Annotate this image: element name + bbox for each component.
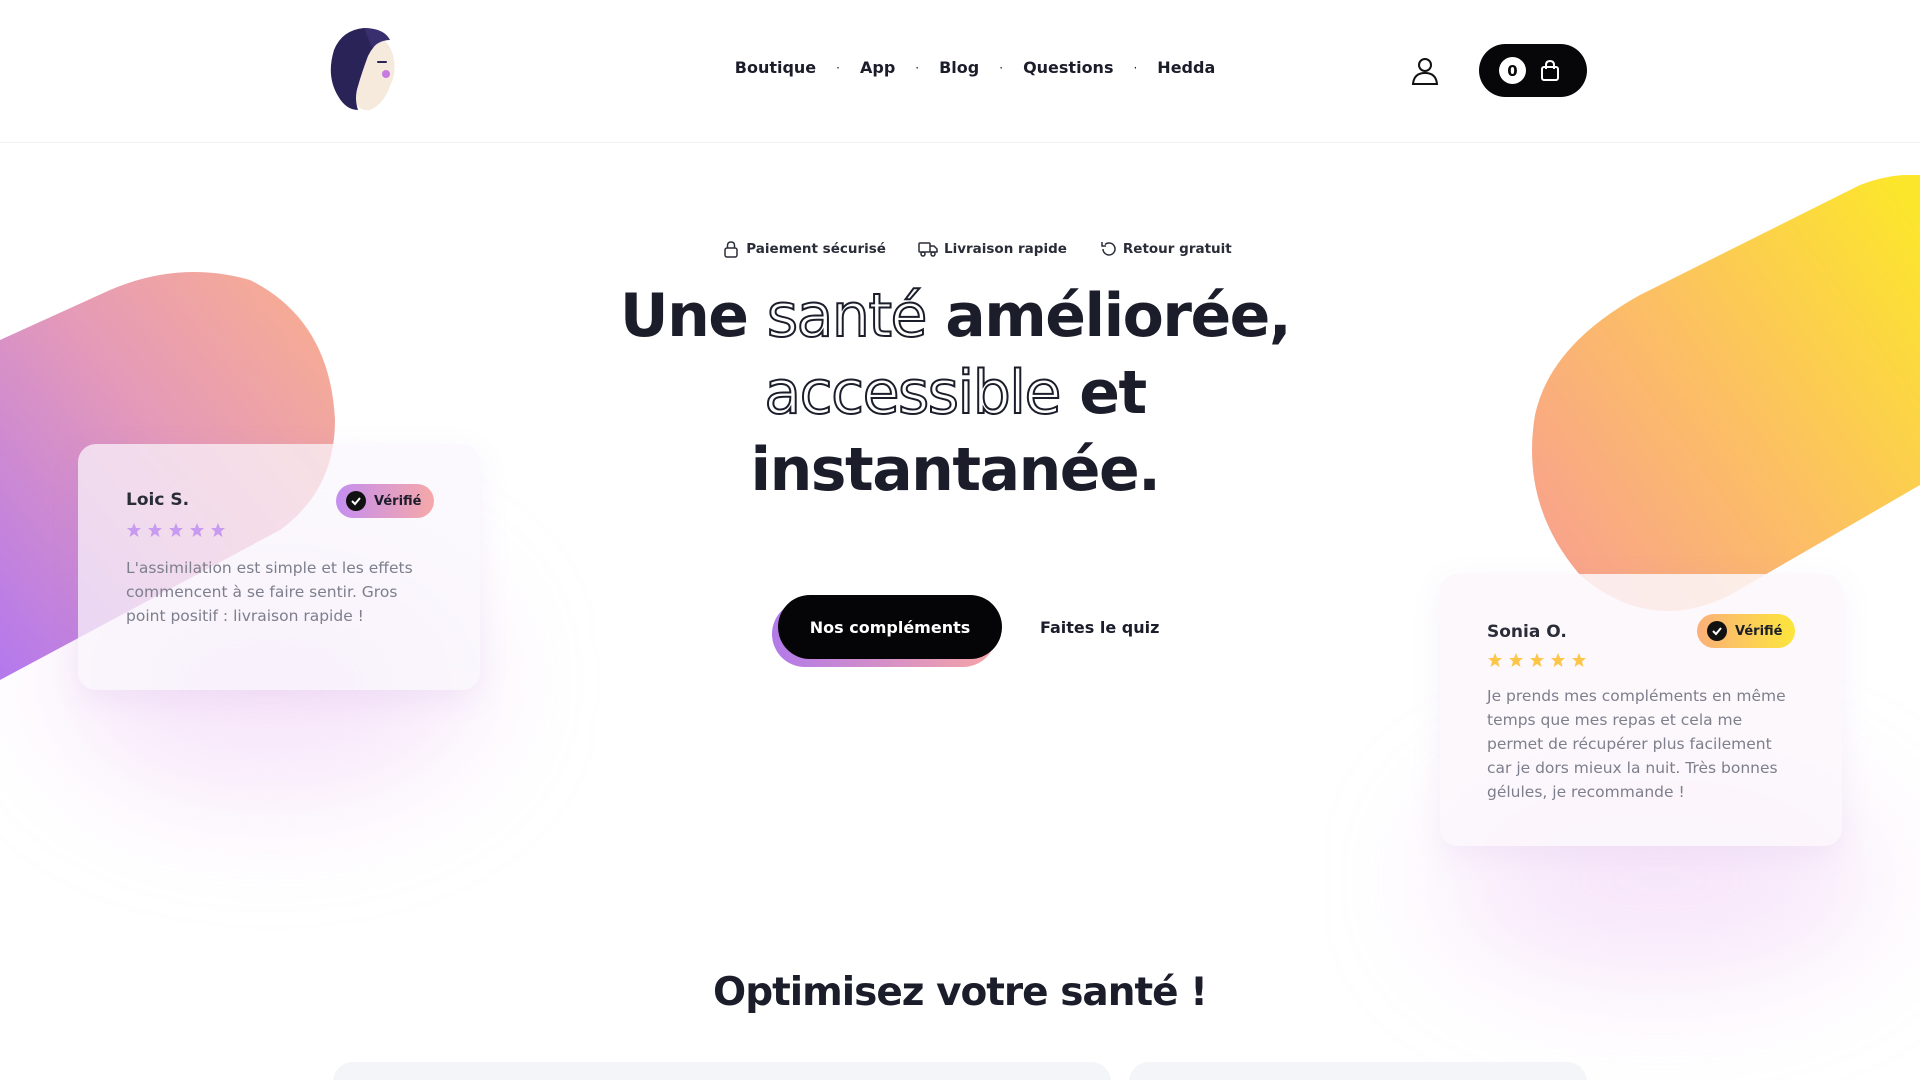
- nav-questions[interactable]: Questions: [1023, 58, 1113, 77]
- reviewer-name: Loic S.: [126, 490, 190, 510]
- nos-complements-button[interactable]: Nos compléments: [778, 595, 1002, 659]
- verified-badge: Vérifié: [1697, 614, 1795, 648]
- hero-text-outline: accessible: [763, 357, 1062, 429]
- trust-label: Livraison rapide: [943, 241, 1067, 257]
- review-text: Je prends mes compléments en même temps …: [1487, 687, 1786, 801]
- star-icon: [1530, 653, 1544, 667]
- star-icon: [169, 523, 183, 537]
- shopping-bag-icon: [1541, 59, 1559, 81]
- verified-badge: Vérifié: [336, 484, 434, 518]
- star-icon: [211, 523, 225, 537]
- star-icon: [1572, 653, 1586, 667]
- reviewer-name: Sonia O.: [1487, 622, 1567, 642]
- nav-app[interactable]: App: [860, 58, 895, 77]
- nav-separator: ·: [1133, 60, 1138, 75]
- site-header: Boutique · App · Blog · Questions · Hedd…: [0, 0, 1920, 143]
- verified-label: Vérifié: [374, 493, 422, 509]
- cart-button[interactable]: 0: [1479, 44, 1587, 97]
- hero-text: instantanée.: [750, 435, 1161, 505]
- check-icon: [346, 491, 366, 511]
- nav-separator: ·: [836, 60, 840, 75]
- product-card[interactable]: [333, 1062, 1111, 1080]
- trust-secure-payment: Paiement sécurisé: [722, 240, 886, 258]
- product-card[interactable]: [1129, 1062, 1587, 1080]
- quiz-link[interactable]: Faites le quiz: [1040, 618, 1159, 637]
- hero-text: améliorée,: [925, 281, 1291, 351]
- cart-count-badge: 0: [1499, 57, 1526, 84]
- nav-hedda[interactable]: Hedda: [1157, 58, 1215, 77]
- section-title: Optimisez votre santé !: [713, 970, 1208, 1015]
- trust-label: Paiement sécurisé: [746, 241, 886, 257]
- nav-separator: ·: [999, 60, 1004, 75]
- star-rating: [1487, 652, 1587, 668]
- hero-text-outline: santé: [766, 280, 929, 352]
- star-icon: [190, 523, 204, 537]
- review-card: Sonia O. Vérifié Je prends mes complémen…: [1440, 574, 1842, 846]
- nav-boutique[interactable]: Boutique: [735, 58, 816, 77]
- nav-separator: ·: [915, 60, 920, 75]
- truck-icon: [918, 242, 938, 257]
- primary-cta-wrapper: Nos compléments: [772, 595, 1002, 667]
- review-text: L'assimilation est simple et les effets …: [126, 559, 413, 625]
- user-account-icon[interactable]: [1410, 56, 1440, 86]
- hero-title: Une santé améliorée, accessible et insta…: [560, 278, 1350, 509]
- check-icon: [1707, 621, 1727, 641]
- hero-text: et: [1059, 358, 1147, 428]
- star-icon: [148, 523, 162, 537]
- nav-blog[interactable]: Blog: [939, 58, 979, 77]
- hero-text: Une: [619, 281, 767, 351]
- star-icon: [1488, 653, 1502, 667]
- trust-free-return: Retour gratuit: [1099, 240, 1232, 258]
- star-rating: [126, 522, 226, 538]
- trust-fast-delivery: Livraison rapide: [918, 240, 1067, 258]
- lock-icon: [724, 241, 739, 258]
- trust-badges: Paiement sécurisé Livraison rapide Retou…: [0, 240, 1920, 258]
- trust-label: Retour gratuit: [1122, 241, 1232, 257]
- star-icon: [1551, 653, 1565, 667]
- star-icon: [127, 523, 141, 537]
- review-card: Loic S. Vérifié L'assimilation est simpl…: [78, 444, 480, 690]
- star-icon: [1509, 653, 1523, 667]
- return-icon: [1101, 242, 1116, 256]
- verified-label: Vérifié: [1735, 623, 1783, 639]
- main-nav: Boutique · App · Blog · Questions · Hedd…: [0, 58, 1920, 77]
